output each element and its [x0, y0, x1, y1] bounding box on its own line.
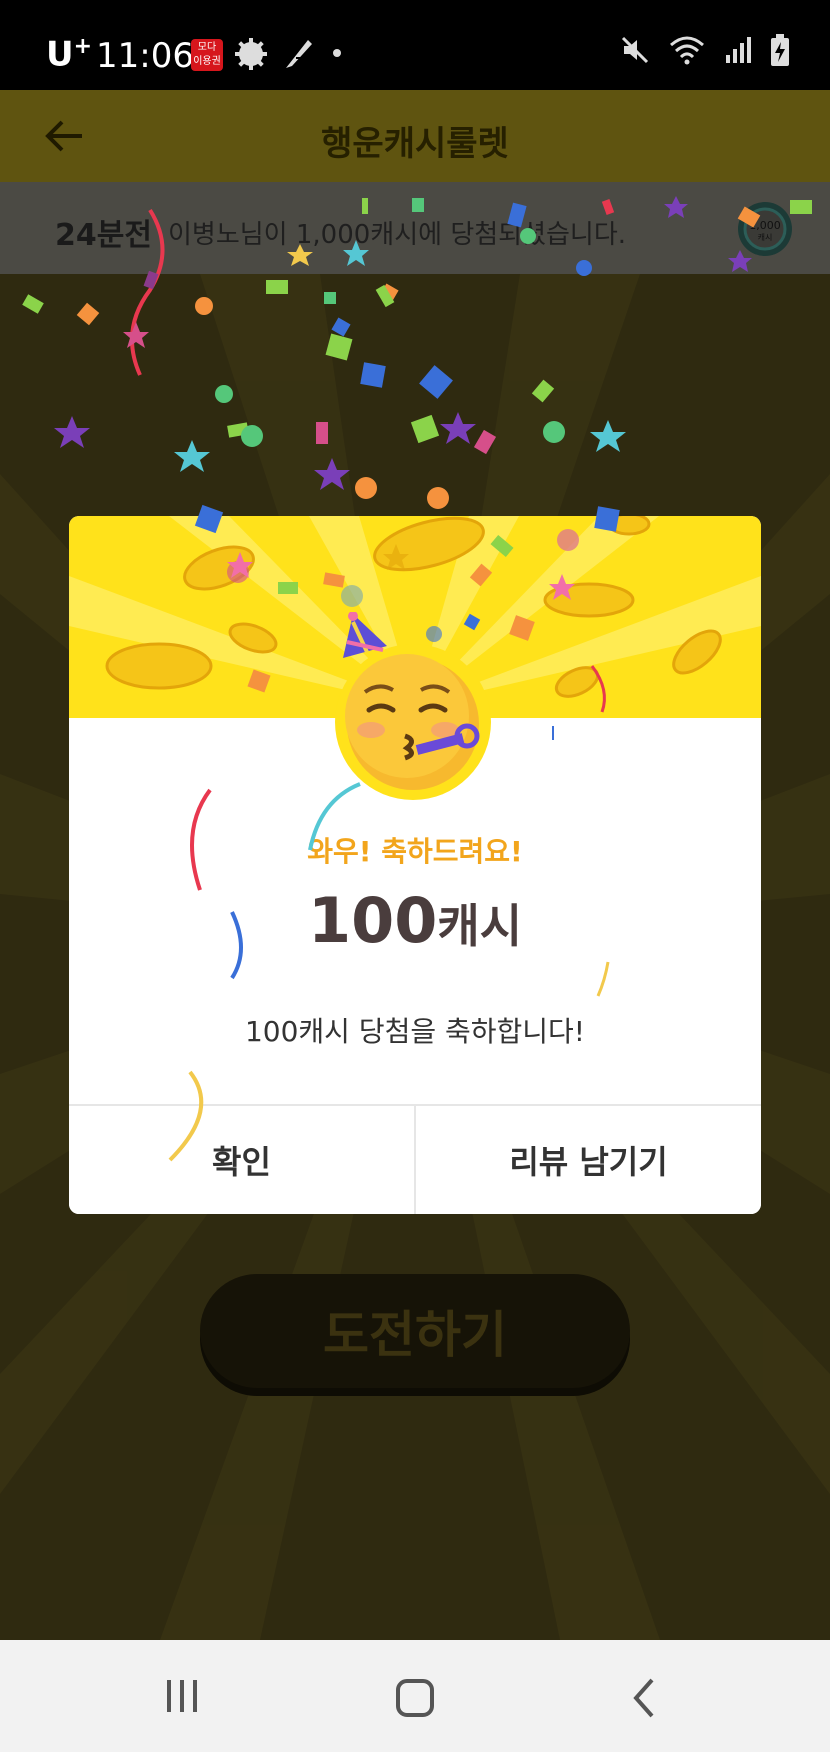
- prize-amount: 100캐시: [69, 884, 761, 957]
- winner-ticker: 24분전 이병노님이 1,000캐시에 당첨되셨습니다. 1,000 캐시: [0, 182, 830, 274]
- back-icon[interactable]: [630, 1676, 660, 1720]
- prize-value: 100: [307, 884, 438, 957]
- clock: 11:06: [96, 36, 194, 76]
- svg-text:캐시: 캐시: [758, 233, 773, 242]
- page-title: 행운캐시룰렛: [321, 124, 509, 164]
- battery-charging-icon: [771, 34, 789, 66]
- mute-icon: [621, 36, 649, 64]
- moda-badge-icon: 모다 이용권: [191, 39, 223, 71]
- cash-coin-icon: 1,000 캐시: [738, 202, 792, 256]
- confirm-button[interactable]: 확인: [69, 1106, 414, 1214]
- home-icon[interactable]: [393, 1676, 437, 1720]
- wifi-icon: [670, 36, 704, 65]
- congrats-heading: 와우! 축하드려요!: [307, 835, 523, 868]
- challenge-button[interactable]: 도전하기: [200, 1274, 630, 1388]
- recent-apps-icon[interactable]: [162, 1676, 202, 1716]
- signal-icon: [726, 37, 751, 63]
- dialog-actions: 확인 리뷰 남기기: [69, 1104, 761, 1214]
- gear-icon: [235, 38, 267, 70]
- carrier-label: U+: [46, 34, 93, 75]
- ticker-message: 이병노님이 1,000캐시에 당첨되셨습니다.: [168, 220, 627, 250]
- party-face-icon: [335, 612, 491, 800]
- system-nav-bar: [0, 1640, 830, 1752]
- prize-unit: 캐시: [437, 899, 523, 953]
- ticker-time-ago: 24분전: [55, 218, 152, 253]
- svg-text:1,000: 1,000: [749, 219, 781, 232]
- app-bar: 행운캐시룰렛: [0, 90, 830, 182]
- leave-review-button[interactable]: 리뷰 남기기: [414, 1106, 761, 1214]
- dot-icon: [333, 49, 341, 57]
- congrats-message: 100캐시 당첨을 축하합니다!: [244, 1015, 586, 1048]
- status-bar: U+ 11:06 모다 이용권: [0, 0, 830, 90]
- feather-icon: [286, 40, 312, 68]
- win-dialog: 와우! 축하드려요! 100캐시 100캐시 당첨을 축하합니다! 확인 리뷰 …: [69, 516, 761, 1214]
